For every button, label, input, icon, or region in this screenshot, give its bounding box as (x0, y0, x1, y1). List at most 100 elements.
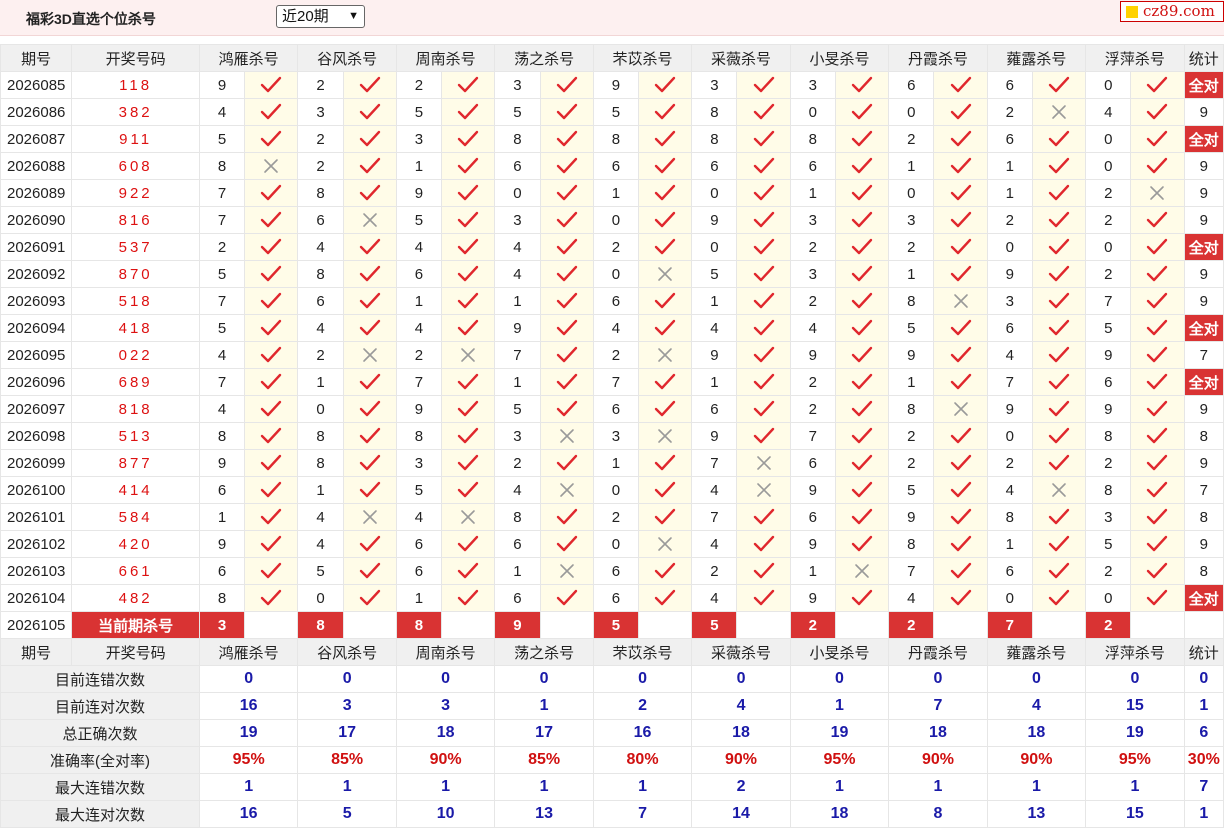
header-row: 期号 开奖号码 鸿雁杀号 谷风杀号 周南杀号 荡之杀号 芣苡杀号 采薇杀号 小旻杀号 丹霞杀号 蕹露… (0, 638, 1224, 666)
kill-number-cell: 6 (592, 287, 640, 315)
check-icon (1130, 368, 1185, 396)
summary-row: 目前连对次数 16 3 3 1 2 4 1 7 4 15 1 (0, 692, 1224, 720)
period-cell: 2026103 (0, 557, 73, 585)
site-logo[interactable]: cz89.com (1120, 1, 1224, 22)
summary-value: 1 (592, 773, 693, 801)
kill-number-cell: 5 (198, 260, 246, 288)
summary-value: 18 (691, 719, 791, 747)
col-header-expert: 采薇杀号 (691, 638, 791, 666)
check-icon (736, 206, 791, 234)
check-icon (736, 314, 791, 342)
period-cell: 2026086 (0, 98, 73, 126)
kill-number-cell: 1 (888, 368, 935, 396)
check-icon (1130, 260, 1185, 288)
check-icon (244, 206, 299, 234)
kill-number-cell: 1 (297, 368, 344, 396)
kill-number-cell: 1 (494, 368, 541, 396)
check-icon (736, 557, 791, 585)
kill-number-cell: 2 (198, 233, 246, 261)
period-select[interactable]: 近20期 ▼ (276, 5, 365, 28)
kill-number-cell: 8 (198, 152, 246, 180)
check-icon (736, 341, 791, 369)
kill-number-cell: 9 (888, 341, 935, 369)
kill-number-cell: 2 (888, 449, 935, 477)
col-header-period: 期号 (0, 638, 73, 666)
col-header-expert: 鸿雁杀号 (198, 638, 299, 666)
check-icon (244, 341, 299, 369)
check-icon (1031, 125, 1087, 153)
check-icon (638, 476, 693, 504)
check-icon (539, 341, 594, 369)
kill-number-cell: 0 (1085, 152, 1132, 180)
check-icon (342, 476, 397, 504)
kill-number-cell: 9 (198, 71, 246, 99)
kill-number-cell: 0 (592, 476, 640, 504)
kill-number-cell: 6 (986, 125, 1033, 153)
check-icon (441, 233, 496, 261)
check-icon (736, 179, 791, 207)
kill-number-cell: 4 (1085, 98, 1132, 126)
check-icon (539, 71, 594, 99)
check-icon (539, 260, 594, 288)
summary-value: 1 (789, 692, 890, 720)
current-period-row: 2026105 当前期杀号 3 8 8 9 5 5 2 2 7 2 (0, 611, 1224, 639)
check-icon (1031, 206, 1087, 234)
kill-number-cell: 4 (592, 314, 640, 342)
period-cell: 2026104 (0, 584, 73, 612)
cross-icon (638, 530, 693, 558)
col-header-expert: 谷风杀号 (297, 44, 397, 72)
draw-number-cell: 513 (71, 422, 200, 450)
current-kill-label: 当前期杀号 (71, 611, 200, 639)
kill-number-cell: 1 (395, 152, 443, 180)
period-cell: 2026087 (0, 125, 73, 153)
kill-number-cell: 6 (494, 152, 541, 180)
summary-row: 目前连错次数 0 0 0 0 0 0 0 0 0 0 0 (0, 665, 1224, 693)
check-icon (539, 233, 594, 261)
kill-number-cell: 2 (888, 422, 935, 450)
table-row: 2026089 922 7 8 9 0 1 0 1 0 1 2 9 (0, 179, 1224, 207)
kill-number-cell: 2 (592, 233, 640, 261)
kill-number-cell: 6 (888, 71, 935, 99)
kill-number-cell: 4 (986, 476, 1033, 504)
check-icon (736, 503, 791, 531)
check-icon (342, 557, 397, 585)
summary-value: 7 (888, 692, 988, 720)
kill-number-cell: 7 (888, 557, 935, 585)
stat-cell: 9 (1183, 530, 1224, 558)
kill-number-cell: 7 (198, 287, 246, 315)
summary-stat: 6 (1183, 719, 1224, 747)
check-icon (933, 422, 988, 450)
kill-number-cell: 1 (789, 557, 836, 585)
empty-cell (342, 611, 397, 639)
check-icon (539, 206, 594, 234)
draw-number-cell: 482 (71, 584, 200, 612)
current-kill-number: 7 (986, 611, 1033, 639)
current-kill-number: 2 (789, 611, 836, 639)
kill-number-cell: 9 (986, 260, 1033, 288)
summary-value: 10 (395, 800, 496, 828)
kill-number-cell: 1 (986, 179, 1033, 207)
kill-number-cell: 7 (789, 422, 836, 450)
current-kill-number: 9 (494, 611, 541, 639)
stat-cell: 9 (1183, 206, 1224, 234)
draw-number-cell: 816 (71, 206, 200, 234)
kill-number-cell: 6 (691, 152, 738, 180)
empty-cell (244, 611, 299, 639)
kill-number-cell: 5 (395, 206, 443, 234)
kill-number-cell: 9 (198, 449, 246, 477)
check-icon (342, 287, 397, 315)
summary-value: 80% (592, 746, 693, 774)
summary-stat: 30% (1183, 746, 1224, 774)
check-icon (342, 233, 397, 261)
kill-number-cell: 9 (691, 341, 738, 369)
current-kill-number: 5 (691, 611, 738, 639)
kill-number-cell: 4 (198, 395, 246, 423)
period-cell: 2026092 (0, 260, 73, 288)
stat-cell: 9 (1183, 98, 1224, 126)
check-icon (933, 530, 988, 558)
kill-number-cell: 2 (297, 341, 344, 369)
kill-number-cell: 5 (395, 98, 443, 126)
check-icon (441, 98, 496, 126)
draw-number-cell: 414 (71, 476, 200, 504)
summary-value: 0 (592, 665, 693, 693)
